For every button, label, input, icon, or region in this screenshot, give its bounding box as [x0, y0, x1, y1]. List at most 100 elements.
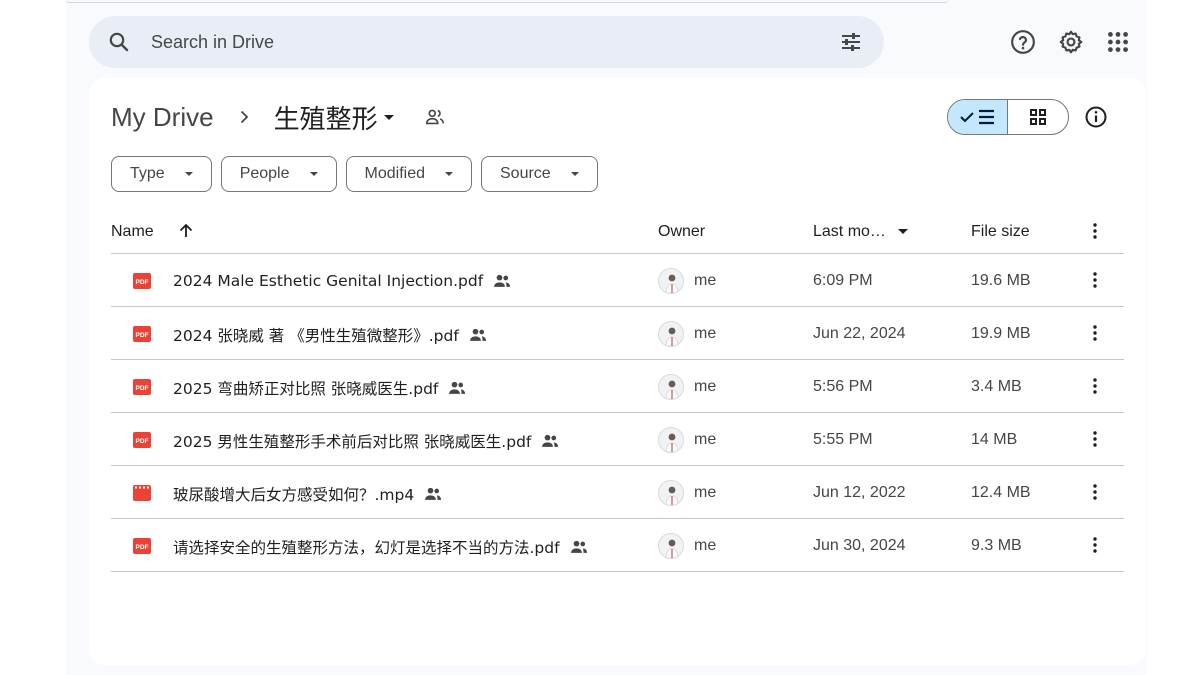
table-row[interactable]: PDF 请选择安全的生殖整形方法，幻灯是选择不当的方法.pdf me Jun 3 — [111, 519, 1124, 572]
shared-icon — [542, 434, 559, 447]
shared-icon — [570, 540, 587, 553]
view-toggle — [947, 99, 1069, 135]
manage-access-icon[interactable] — [424, 106, 446, 128]
grid-view-icon — [1030, 109, 1046, 125]
folder-menu-caret-icon[interactable] — [383, 114, 394, 120]
more-vert-icon[interactable] — [1085, 482, 1105, 502]
file-size: 12.4 MB — [971, 484, 1031, 501]
pdf-icon: PDF — [133, 379, 151, 395]
file-name-cell[interactable]: 玻尿酸增大后女方感受如何？.mp4 — [173, 483, 443, 505]
file-size: 14 MB — [971, 431, 1018, 448]
filter-source-label: Source — [500, 165, 551, 182]
grid-view-button[interactable] — [1008, 100, 1068, 134]
table-row[interactable]: PDF 2025 男性生殖整形手术前后对比照 张晓威医生.pdf me 5:55 — [111, 413, 1124, 466]
main-panel: My Drive 生殖整形 Type People Modified Sourc… — [89, 78, 1146, 665]
help-icon[interactable] — [1010, 29, 1036, 55]
file-name-cell[interactable]: 2024 Male Esthetic Genital Injection.pdf — [173, 271, 512, 291]
search-input[interactable] — [151, 16, 751, 68]
dropdown-caret-icon — [570, 172, 579, 176]
owner: me — [694, 484, 717, 501]
svg-text:PDF: PDF — [136, 544, 149, 551]
chevron-right-icon — [240, 110, 248, 124]
file-name-cell[interactable]: 请选择安全的生殖整形方法，幻灯是选择不当的方法.pdf — [173, 536, 589, 558]
file-size: 19.9 MB — [971, 325, 1031, 342]
avatar — [658, 533, 684, 559]
owner: me — [694, 272, 717, 289]
filter-chips: Type People Modified Source — [111, 156, 598, 192]
more-vert-icon[interactable] — [1085, 323, 1105, 343]
table-row[interactable]: 玻尿酸增大后女方感受如何？.mp4 me Jun 12, 2022 12.4 M… — [111, 466, 1124, 519]
more-vert-icon[interactable] — [1085, 270, 1105, 290]
filter-source[interactable]: Source — [481, 156, 598, 192]
column-last-modified-label: Last mo… — [813, 223, 886, 240]
filter-type-label: Type — [130, 165, 165, 182]
apps-icon[interactable] — [1105, 29, 1131, 55]
column-owner[interactable]: Owner — [658, 223, 705, 241]
column-file-size[interactable]: File size — [971, 223, 1030, 241]
file-name-cell[interactable]: 2025 弯曲矫正对比照 张晓威医生.pdf — [173, 377, 467, 399]
svg-text:PDF: PDF — [136, 438, 149, 445]
file-size: 3.4 MB — [971, 378, 1022, 395]
breadcrumb-my-drive[interactable]: My Drive — [111, 102, 214, 133]
pdf-icon: PDF — [133, 432, 151, 448]
owner: me — [694, 431, 717, 448]
table-row[interactable]: PDF 2024 Male Esthetic Genital Injection… — [111, 254, 1124, 307]
search-icon[interactable] — [107, 30, 131, 54]
filter-people[interactable]: People — [220, 156, 337, 192]
shared-icon — [425, 487, 442, 500]
file-table: Name Owner Last mo… File size PDF 2024 M… — [111, 208, 1124, 572]
table-body: PDF 2024 Male Esthetic Genital Injection… — [111, 254, 1124, 572]
file-size: 19.6 MB — [971, 272, 1031, 289]
column-name[interactable]: Name — [111, 223, 154, 241]
info-icon[interactable] — [1084, 105, 1108, 129]
last-modified: 5:55 PM — [813, 431, 873, 448]
file-name: 2024 张晓威 著 《男性生殖微整形》.pdf — [173, 327, 459, 345]
sort-ascending-icon[interactable] — [177, 222, 195, 240]
file-name: 2025 弯曲矫正对比照 张晓威医生.pdf — [173, 380, 439, 398]
filter-modified-label: Modified — [364, 165, 425, 182]
breadcrumb-current-folder[interactable]: 生殖整形 — [274, 99, 378, 136]
file-name: 请选择安全的生殖整形方法，幻灯是选择不当的方法.pdf — [173, 539, 560, 557]
last-modified: Jun 22, 2024 — [813, 325, 906, 342]
more-vert-icon[interactable] — [1085, 376, 1105, 396]
shared-icon — [469, 328, 486, 341]
avatar — [658, 427, 684, 453]
last-modified: Jun 12, 2022 — [813, 484, 906, 501]
file-name-cell[interactable]: 2025 男性生殖整形手术前后对比照 张晓威医生.pdf — [173, 430, 560, 452]
dropdown-caret-icon — [445, 172, 453, 176]
settings-icon[interactable] — [1058, 29, 1084, 55]
avatar — [658, 268, 684, 294]
more-vert-icon[interactable] — [1085, 429, 1105, 449]
shared-icon — [449, 381, 466, 394]
file-name-cell[interactable]: 2024 张晓威 著 《男性生殖微整形》.pdf — [173, 324, 488, 346]
owner: me — [694, 378, 717, 395]
last-modified: 6:09 PM — [813, 272, 873, 289]
last-modified: Jun 30, 2024 — [813, 537, 906, 554]
sort-caret-icon — [898, 229, 909, 235]
more-vert-icon[interactable] — [1085, 221, 1105, 241]
column-last-modified[interactable]: Last mo… — [813, 223, 909, 241]
table-row[interactable]: PDF 2025 弯曲矫正对比照 张晓威医生.pdf me 5:56 PM 3.… — [111, 360, 1124, 413]
breadcrumb: My Drive 生殖整形 — [111, 98, 446, 136]
search-bar[interactable] — [89, 16, 884, 68]
avatar — [658, 480, 684, 506]
owner: me — [694, 325, 717, 342]
shared-icon — [494, 274, 511, 287]
pdf-icon: PDF — [133, 326, 151, 342]
table-header: Name Owner Last mo… File size — [111, 208, 1124, 254]
search-options-icon[interactable] — [839, 30, 863, 54]
dropdown-caret-icon — [309, 172, 318, 176]
filter-people-label: People — [239, 165, 290, 182]
last-modified: 5:56 PM — [813, 378, 873, 395]
filter-modified[interactable]: Modified — [345, 156, 472, 192]
pdf-icon: PDF — [133, 273, 151, 289]
filter-type[interactable]: Type — [111, 156, 212, 192]
avatar — [658, 374, 684, 400]
file-size: 9.3 MB — [971, 537, 1022, 554]
owner: me — [694, 537, 717, 554]
more-vert-icon[interactable] — [1085, 535, 1105, 555]
dropdown-caret-icon — [184, 172, 193, 176]
svg-text:PDF: PDF — [136, 332, 149, 339]
list-view-button[interactable] — [948, 100, 1008, 134]
table-row[interactable]: PDF 2024 张晓威 著 《男性生殖微整形》.pdf me Jun 22, — [111, 307, 1124, 360]
